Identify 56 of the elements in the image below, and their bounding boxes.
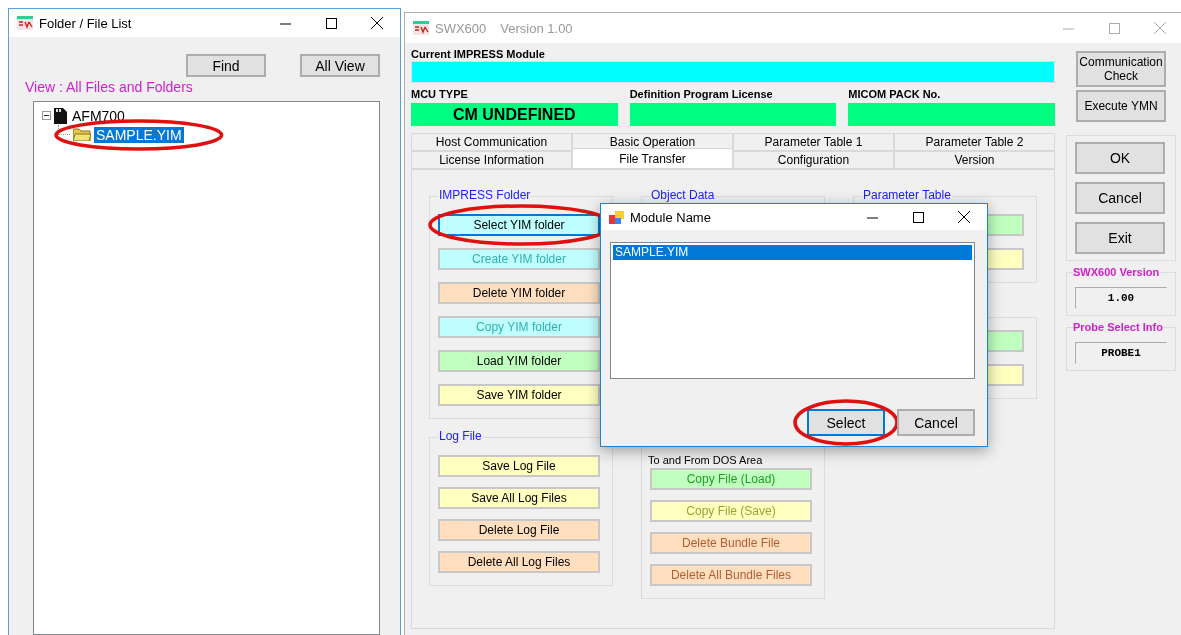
window-button[interactable]: OK bbox=[1075, 142, 1165, 174]
maximize-icon[interactable] bbox=[325, 17, 337, 29]
window-button[interactable]: Exit bbox=[1075, 222, 1165, 254]
group-caption: To and From DOS Area bbox=[648, 454, 764, 466]
action-button[interactable]: Save All Log Files bbox=[438, 487, 600, 509]
tab[interactable]: Version bbox=[894, 151, 1055, 169]
tab[interactable]: File Transfer bbox=[572, 148, 733, 169]
tab[interactable]: Parameter Table 2 bbox=[894, 133, 1055, 151]
tree-item[interactable]: SAMPLE.YIM bbox=[94, 126, 184, 143]
window-title: SWX600 bbox=[435, 20, 487, 36]
field-label: MICOM PACK No. bbox=[848, 87, 942, 101]
group-title: IMPRESS Folder bbox=[438, 188, 532, 202]
readonly-field: 1.00 bbox=[1075, 287, 1167, 309]
side-button[interactable]: Communication Check bbox=[1076, 51, 1166, 87]
window-button[interactable]: Find bbox=[186, 54, 266, 77]
close-icon[interactable] bbox=[371, 17, 383, 29]
action-button[interactable]: Delete All Log Files bbox=[438, 551, 600, 573]
group-title: Object Data bbox=[650, 188, 716, 202]
version-label: Version 1.00 bbox=[500, 20, 573, 36]
maximize-icon[interactable] bbox=[912, 211, 924, 223]
tab[interactable]: License Information bbox=[411, 151, 572, 169]
field-label: MCU TYPE bbox=[411, 87, 469, 101]
action-button[interactable]: Save YIM folder bbox=[438, 384, 600, 406]
side-button[interactable]: Execute YMN bbox=[1076, 90, 1166, 122]
view-label: View : All Files and Folders bbox=[25, 79, 193, 95]
tab[interactable]: Configuration bbox=[733, 151, 894, 169]
collapse-icon[interactable] bbox=[42, 111, 51, 120]
action-button[interactable]: Delete YIM folder bbox=[438, 282, 600, 304]
tab[interactable]: Parameter Table 1 bbox=[733, 133, 894, 151]
window-icon bbox=[609, 210, 624, 224]
window-button[interactable]: All View bbox=[300, 54, 380, 77]
tree-item[interactable]: AFM700 bbox=[70, 107, 127, 124]
tab[interactable]: Host Communication bbox=[411, 133, 572, 151]
action-button[interactable]: Delete Log File bbox=[438, 519, 600, 541]
group-title: SWX600 Version bbox=[1073, 266, 1160, 278]
group-title: Probe Select Info bbox=[1073, 321, 1163, 333]
window-button[interactable]: Cancel bbox=[1075, 182, 1165, 214]
close-icon[interactable] bbox=[958, 211, 970, 223]
group-title: Parameter Table bbox=[862, 188, 952, 202]
dialog-button[interactable]: Cancel bbox=[897, 409, 975, 436]
group-title: Log File bbox=[438, 429, 483, 443]
readonly-field: PROBE1 bbox=[1075, 342, 1167, 364]
app-icon bbox=[413, 21, 429, 35]
action-button[interactable]: Select YIM folder bbox=[438, 214, 600, 236]
window-title: Folder / File List bbox=[39, 15, 132, 31]
action-button[interactable]: Load YIM folder bbox=[438, 350, 600, 372]
app-icon bbox=[17, 16, 33, 30]
info-field: CM UNDEFINED bbox=[411, 103, 618, 126]
list-item[interactable]: SAMPLE.YIM bbox=[613, 245, 972, 260]
dialog-title: Module Name bbox=[630, 209, 711, 225]
folder-icon bbox=[73, 128, 91, 141]
field-label: Definition Program License bbox=[629, 87, 774, 101]
dialog-button[interactable]: Select bbox=[807, 409, 885, 436]
action-button[interactable]: Save Log File bbox=[438, 455, 600, 477]
field-label: Current IMPRESS Module bbox=[411, 47, 546, 61]
sd-card-icon bbox=[54, 107, 67, 124]
